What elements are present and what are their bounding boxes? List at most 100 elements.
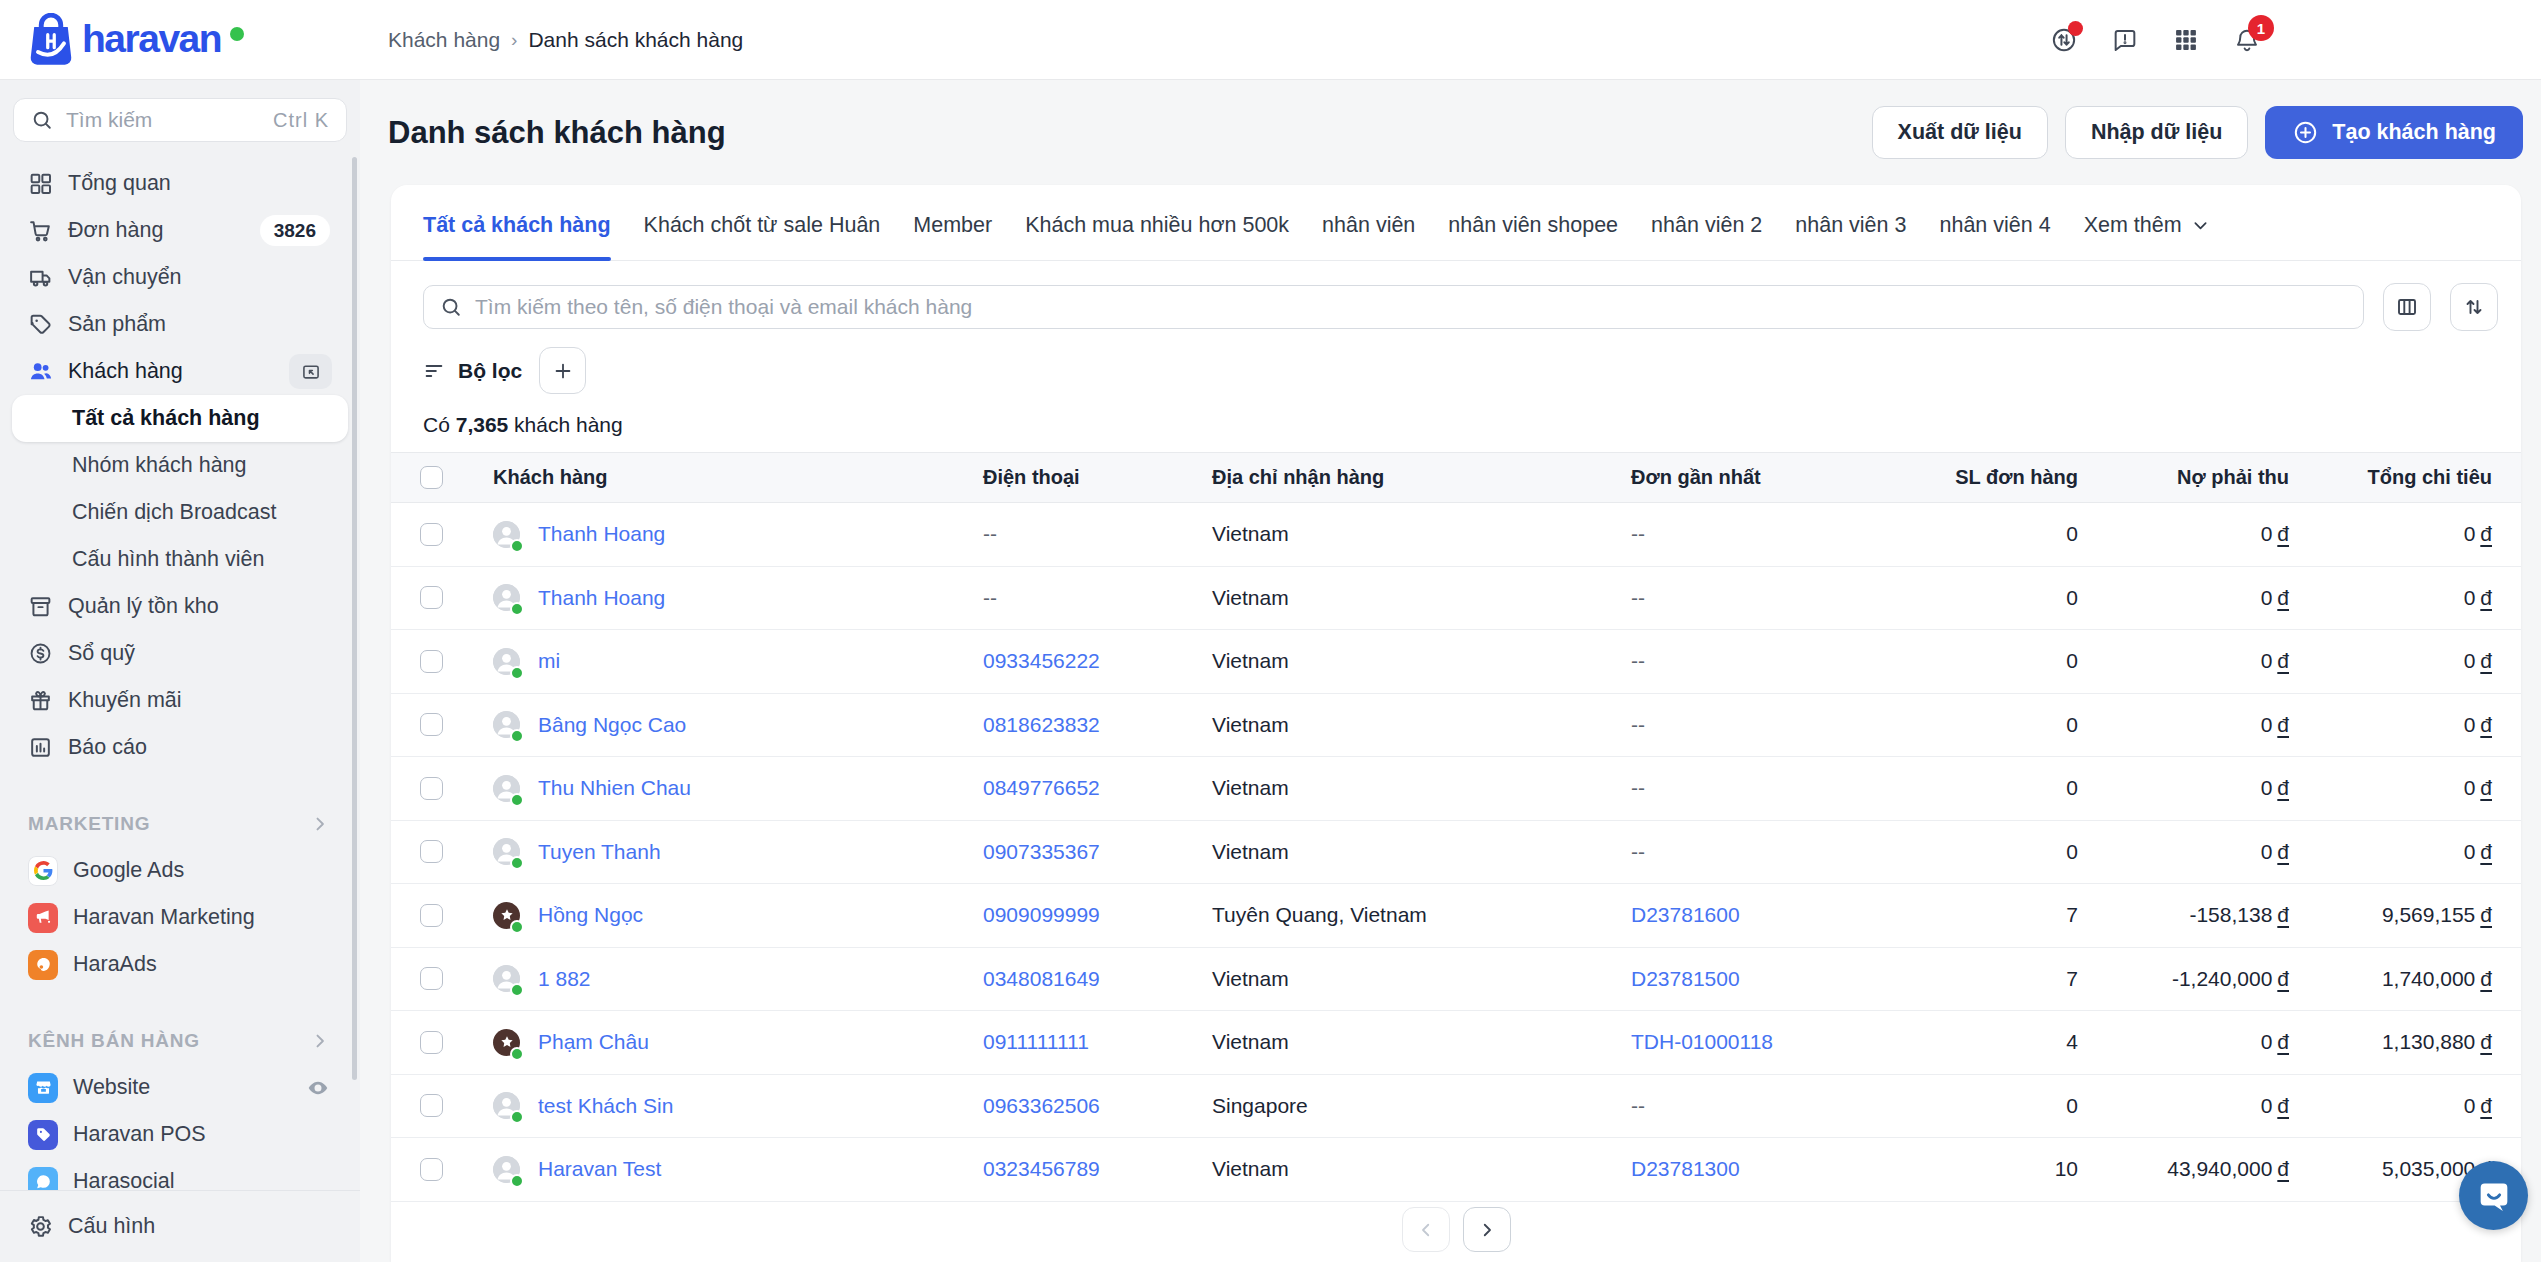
phone-cell[interactable]: 0933456222 [983,649,1212,673]
sidebar-item-s-qu[interactable]: Sổ quỹ [0,630,360,677]
last-order-cell[interactable]: D23781500 [1631,967,1873,991]
tab-nh-n-vi-n-2[interactable]: nhân viên 2 [1651,191,1762,260]
sidebar-section-marketing: MARKETING [0,801,360,847]
phone-cell[interactable]: 0348081649 [983,967,1212,991]
sidebar-item-s-n-ph-m[interactable]: Sản phẩm [0,301,360,348]
tab-t-t-c-kh-ch-h-ng[interactable]: Tất cả khách hàng [423,191,611,260]
tab-nh-n-vi-n-shopee[interactable]: nhân viên shopee [1448,191,1618,260]
sidebar-item-website[interactable]: Website [0,1064,360,1111]
select-all-checkbox[interactable] [420,466,443,489]
feedback-message-button[interactable] [2111,26,2139,54]
sidebar-item-n-h-ng[interactable]: Đơn hàng3826 [0,207,360,254]
customer-name-link[interactable]: Tuyen Thanh [538,840,661,864]
sidebar-subitem-nh-m-kh-ch-h-ng[interactable]: Nhóm khách hàng [0,442,360,489]
customer-name-link[interactable]: test Khách Sin [538,1094,673,1118]
customer-name-link[interactable]: Haravan Test [538,1157,661,1181]
customer-name-link[interactable]: Hồng Ngọc [538,903,643,927]
customer-name-link[interactable]: Thanh Hoang [538,522,665,546]
sidebar-item-label: Đơn hàng [68,218,260,243]
phone-cell[interactable]: 0909099999 [983,903,1212,927]
row-checkbox[interactable] [420,1094,443,1117]
row-checkbox[interactable] [420,650,443,673]
row-checkbox[interactable] [420,523,443,546]
sidebar-item-harasocial[interactable]: Harasocial [0,1158,360,1190]
sidebar-subitem-t-t-c-kh-ch-h-ng[interactable]: Tất cả khách hàng [12,395,348,442]
nh-p-d-li-u-button[interactable]: Nhập dữ liệu [2065,106,2248,159]
xu-t-d-li-u-button[interactable]: Xuất dữ liệu [1872,106,2048,159]
sidebar-scrollbar[interactable] [352,157,357,1080]
haravan-logo[interactable]: haravan [25,13,244,69]
chevron-right-icon[interactable] [310,1031,330,1051]
row-checkbox[interactable] [420,586,443,609]
tab-member[interactable]: Member [913,191,992,260]
add-filter-button[interactable] [539,347,586,394]
customer-name-link[interactable]: Thu Nhien Chau [538,776,691,800]
customer-name-link[interactable]: Bâng Ngọc Cao [538,713,686,737]
customer-search-input[interactable]: Tìm kiếm theo tên, số điện thoại và emai… [423,285,2364,329]
order-count-cell: 4 [1873,1030,2078,1054]
sidebar-item-haravan-marketing[interactable]: Haravan Marketing [0,894,360,941]
customer-name-link[interactable]: Thanh Hoang [538,586,665,610]
phone-cell[interactable]: 0907335367 [983,840,1212,864]
phone-cell[interactable]: 0911111111 [983,1030,1212,1054]
sidebar-item-google-ads[interactable]: Google Ads [0,847,360,894]
phone-cell[interactable]: 0323456789 [983,1157,1212,1181]
debt-cell: 0đ [2078,713,2289,737]
sidebar-item-khuy-n-m-i[interactable]: Khuyến mãi [0,677,360,724]
customer-name-link[interactable]: Phạm Châu [538,1030,649,1054]
tab-label: Xem thêm [2084,213,2182,238]
sidebar-item-v-n-chuy-n[interactable]: Vận chuyển [0,254,360,301]
tab-kh-ch-mua-nhi-u-h-n-500k[interactable]: Khách mua nhiều hơn 500k [1025,191,1289,260]
row-checkbox[interactable] [420,713,443,736]
customer-name-link[interactable]: mi [538,649,560,673]
column-header-i-n-tho-i: Điện thoại [983,466,1212,489]
row-checkbox[interactable] [420,1158,443,1181]
sidebar-item-settings[interactable]: Cấu hình [0,1190,360,1262]
breadcrumb-parent[interactable]: Khách hàng [388,28,500,52]
sort-button[interactable] [2450,283,2498,331]
order-count-cell: 0 [1873,649,2078,673]
chat-widget-button[interactable] [2459,1161,2528,1230]
row-checkbox[interactable] [420,777,443,800]
pagination-next-button[interactable] [1463,1207,1511,1252]
notifications-bell-button[interactable]: 1 [2233,26,2261,54]
sidebar-item-haraads[interactable]: HaraAds [0,941,360,988]
sidebar-item-label: Website [73,1075,306,1100]
row-checkbox[interactable] [420,904,443,927]
sidebar-subitem-c-u-h-nh-th-nh-vi-n[interactable]: Cấu hình thành viên [0,536,360,583]
pagination-prev-button[interactable] [1402,1207,1450,1252]
filter-button[interactable]: Bộ lọc [423,359,522,383]
sidebar-item-b-o-c-o[interactable]: Báo cáo [0,724,360,771]
open-panel-icon[interactable] [289,354,332,389]
last-order-cell[interactable]: D23781300 [1631,1157,1873,1181]
eye-icon[interactable] [306,1076,330,1100]
customer-name-link[interactable]: 1 882 [538,967,591,991]
last-order-cell[interactable]: TDH-01000118 [1631,1030,1873,1054]
row-checkbox[interactable] [420,840,443,863]
last-order-cell[interactable]: D23781600 [1631,903,1873,927]
phone-cell[interactable]: 0849776652 [983,776,1212,800]
tab-nh-n-vi-n[interactable]: nhân viên [1322,191,1415,260]
sidebar-search-input[interactable]: Tìm kiếm Ctrl K [13,98,347,142]
tab-kh-ch-ch-t-t-sale-hu-n[interactable]: Khách chốt từ sale Huân [644,191,881,260]
sidebar-item-qu-n-l-t-n-kho[interactable]: Quản lý tồn kho [0,583,360,630]
tab-nh-n-vi-n-3[interactable]: nhân viên 3 [1795,191,1906,260]
sidebar-subitem-chi-n-d-ch-broadcast[interactable]: Chiến dịch Broadcast [0,489,360,536]
tab-xem-th-m[interactable]: Xem thêm [2084,191,2210,260]
chevron-right-icon[interactable] [310,814,330,834]
columns-settings-button[interactable] [2383,283,2431,331]
phone-cell[interactable]: 0963362506 [983,1094,1212,1118]
tab-nh-n-vi-n-4[interactable]: nhân viên 4 [1939,191,2050,260]
sidebar-item-haravan-pos[interactable]: Haravan POS [0,1111,360,1158]
sidebar-item-t-ng-quan[interactable]: Tổng quan [0,160,360,207]
chevron-left-icon [1417,1221,1435,1239]
row-checkbox[interactable] [420,967,443,990]
phone-cell[interactable]: 0818623832 [983,713,1212,737]
t-o-kh-ch-h-ng-button[interactable]: Tạo khách hàng [2265,106,2523,159]
sidebar-item-label: Sản phẩm [68,312,330,337]
row-checkbox[interactable] [420,1031,443,1054]
activity-sync-button[interactable] [2050,26,2078,54]
apps-grid-button[interactable] [2172,26,2200,54]
customer-table: Khách hàngĐiện thoạiĐịa chỉ nhận hàngĐơn… [391,452,2521,1262]
sidebar-item-kh-ch-h-ng[interactable]: Khách hàng [0,348,360,395]
